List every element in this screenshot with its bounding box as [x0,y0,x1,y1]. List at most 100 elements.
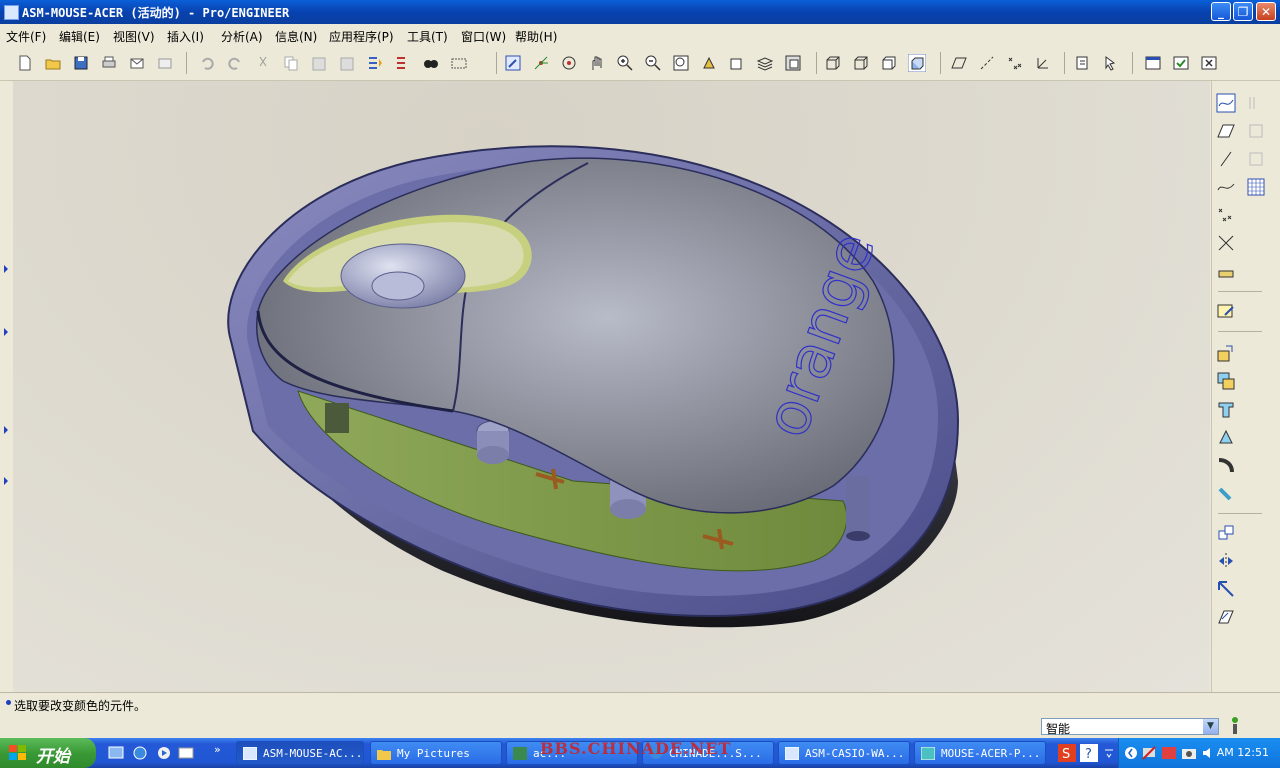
extrude-icon[interactable] [1216,399,1236,419]
select-box-icon[interactable] [450,54,468,72]
task-asm-mouse[interactable]: ASM-MOUSE-AC... [236,741,364,765]
datum-axes-icon[interactable] [978,54,996,72]
network-icon[interactable] [1141,745,1157,761]
wireframe-icon[interactable] [824,54,842,72]
hidden-line-icon[interactable] [852,54,870,72]
warp-icon[interactable] [1216,607,1236,627]
sketch-datum-curve-icon[interactable] [1216,93,1236,113]
menu-window[interactable]: 窗口(W) [461,28,506,45]
pattern-icon[interactable] [1216,523,1236,543]
disabled-icon [1249,124,1263,138]
minimize-button[interactable]: _ [1211,2,1231,21]
menu-applications[interactable]: 应用程序(P) [329,28,394,45]
camera-icon[interactable] [1181,745,1197,761]
graphics-window[interactable]: orange [13,81,1210,692]
ie-icon[interactable] [132,745,148,761]
email-icon[interactable] [128,54,146,72]
coord-sys-icon[interactable] [1034,54,1052,72]
sweep-icon[interactable] [1216,455,1236,475]
datum-axis-icon[interactable] [1216,149,1236,169]
sogou-s-icon[interactable]: S [1058,744,1076,762]
quick-launch-icon[interactable] [178,745,194,761]
activate-window-icon[interactable] [1172,54,1190,72]
close-window-icon[interactable] [1200,54,1218,72]
menu-view[interactable]: 视图(V) [113,28,155,45]
shading-icon[interactable] [908,54,926,72]
mouse-model[interactable]: orange [13,81,1210,692]
menu-file[interactable]: 文件(F) [6,28,46,45]
annotation-icon[interactable] [1074,54,1092,72]
show-desktop-icon[interactable] [108,745,124,761]
datum-point-icon[interactable] [1216,205,1236,225]
refit-icon[interactable] [672,54,690,72]
menu-help[interactable]: 帮助(H) [515,28,557,45]
new-file-icon[interactable] [16,54,34,72]
spin-center-icon[interactable] [532,54,550,72]
volume-icon[interactable] [1201,745,1217,761]
quick-launch-expand-icon[interactable]: » [214,743,221,756]
sketch-pencil-icon[interactable] [504,54,522,72]
redo-icon[interactable] [226,54,244,72]
email-link-icon[interactable] [156,54,174,72]
mirror-icon[interactable] [1216,551,1236,571]
new-window-icon[interactable] [1144,54,1162,72]
datum-planes-icon[interactable] [950,54,968,72]
close-button[interactable]: ✕ [1256,2,1276,21]
menu-analysis[interactable]: 分析(A) [221,28,263,45]
datum-points-icon[interactable] [1006,54,1024,72]
start-button[interactable]: 开始 [0,738,96,768]
regenerate-icon[interactable] [366,54,384,72]
maximize-button[interactable]: ❐ [1233,2,1253,21]
sketch-tool-icon[interactable] [1216,301,1236,321]
datum-csys-icon[interactable] [1216,233,1236,253]
message-area: 选取要改变颜色的元件。 [0,692,1280,715]
sash-arrow-icon[interactable] [4,265,8,273]
help-context-icon[interactable] [1102,54,1120,72]
view-manager-icon[interactable] [784,54,802,72]
help-icon[interactable]: ? [1080,744,1098,762]
find-icon[interactable] [422,54,440,72]
analysis-feature-icon[interactable] [1216,261,1236,281]
sash-arrow-icon[interactable] [4,477,8,485]
open-folder-icon[interactable] [44,54,62,72]
no-hidden-icon[interactable] [880,54,898,72]
hole-icon[interactable] [1216,483,1236,503]
orient-mode-icon[interactable] [560,54,578,72]
sash-arrow-icon[interactable] [4,328,8,336]
antivirus-icon[interactable] [1161,745,1177,761]
merge-icon[interactable] [1216,579,1236,599]
tray-expand-icon[interactable] [1125,746,1137,760]
selection-filter[interactable]: 智能 ▼ [1041,718,1219,736]
grid-icon[interactable] [1246,177,1266,197]
reorient-icon[interactable] [700,54,718,72]
zoom-in-icon[interactable] [616,54,634,72]
paste-icon[interactable] [310,54,328,72]
chevron-down-icon[interactable]: ▼ [1203,719,1218,734]
sash-arrow-icon[interactable] [4,426,8,434]
task-asm-casio[interactable]: ASM-CASIO-WA... [778,741,910,765]
menu-tools[interactable]: 工具(T) [407,28,448,45]
undo-icon[interactable] [198,54,216,72]
menu-edit[interactable]: 编辑(E) [59,28,100,45]
copy-icon[interactable] [282,54,300,72]
create-component-icon[interactable] [1216,371,1236,391]
regen-manager-icon[interactable] [394,54,412,72]
datum-curve-icon[interactable] [1216,177,1236,197]
task-mouse-acer[interactable]: MOUSE-ACER-P... [914,741,1046,765]
menu-info[interactable]: 信息(N) [275,28,317,45]
task-my-pictures[interactable]: My Pictures [370,741,502,765]
saved-views-icon[interactable] [728,54,746,72]
save-icon[interactable] [72,54,90,72]
print-icon[interactable] [100,54,118,72]
layers-icon[interactable] [756,54,774,72]
insert-component-icon[interactable] [1216,343,1236,363]
menu-insert[interactable]: 插入(I) [167,28,204,45]
datum-plane-icon[interactable] [1216,121,1236,141]
revolve-icon[interactable] [1216,427,1236,447]
zoom-out-icon[interactable] [644,54,662,72]
cut-icon[interactable] [254,54,272,72]
media-player-icon[interactable] [156,745,172,761]
pan-hand-icon[interactable] [588,54,606,72]
toolbar-options-icon[interactable] [1102,744,1116,762]
paste-special-icon[interactable] [338,54,356,72]
